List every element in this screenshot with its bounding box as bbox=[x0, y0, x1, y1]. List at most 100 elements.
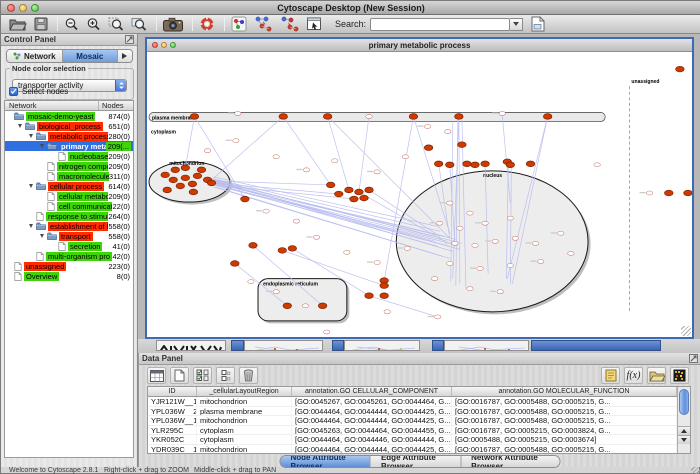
network-frame-title-bar[interactable]: primary metabolic process bbox=[147, 39, 692, 52]
tab-node-attribute-browser[interactable]: Node Attribute Browser bbox=[281, 456, 371, 467]
region-label-nucleus[interactable]: nucleus bbox=[483, 173, 502, 179]
network-node[interactable] bbox=[477, 267, 483, 271]
network-node-selected[interactable] bbox=[463, 161, 471, 167]
network-node[interactable] bbox=[507, 216, 513, 220]
tree-item-cellular-process[interactable]: cellular process614(0) bbox=[5, 181, 133, 191]
tree-item-unassigned[interactable]: unassigned223(0) bbox=[5, 261, 133, 271]
tree-item-nitrogen-compo[interactable]: nitrogen compo209(0) bbox=[5, 161, 133, 171]
network-node[interactable] bbox=[512, 236, 518, 240]
network-edge[interactable] bbox=[283, 116, 330, 184]
help-lifesaver-icon[interactable] bbox=[199, 16, 215, 33]
search-input[interactable] bbox=[370, 18, 510, 31]
tree-item-metabolic-process[interactable]: metabolic process280(0) bbox=[5, 131, 133, 141]
network-node-selected[interactable] bbox=[360, 195, 368, 201]
network-node[interactable] bbox=[507, 263, 513, 267]
notes-icon[interactable] bbox=[601, 367, 620, 384]
network-node[interactable] bbox=[374, 170, 380, 174]
network-node[interactable] bbox=[204, 149, 210, 153]
network-node-selected[interactable] bbox=[288, 246, 296, 252]
table-scrollbar[interactable] bbox=[677, 387, 690, 453]
minimized-window-titlebar[interactable] bbox=[531, 340, 661, 351]
network-node-selected[interactable] bbox=[676, 66, 684, 72]
attribute-matrix-icon[interactable] bbox=[670, 367, 689, 384]
tab-network-attribute-browser[interactable]: Network Attribute Browser bbox=[461, 456, 559, 467]
select-nodes-checkbox[interactable] bbox=[9, 87, 18, 96]
network-node[interactable] bbox=[273, 155, 279, 159]
scrollbar-thumb[interactable] bbox=[679, 389, 689, 415]
window-resize-grip[interactable] bbox=[691, 467, 700, 474]
network-node[interactable] bbox=[313, 235, 319, 239]
column-header[interactable]: annotation.GO CELLULAR_COMPONENT bbox=[292, 387, 452, 396]
minimized-window-titlebar[interactable] bbox=[432, 340, 444, 351]
network-node[interactable] bbox=[646, 191, 652, 195]
network-node[interactable] bbox=[235, 111, 241, 115]
network-node-selected[interactable] bbox=[471, 162, 479, 168]
tree-item-establishment-of-lo[interactable]: establishment of lo558(0) bbox=[5, 221, 133, 231]
network-node-selected[interactable] bbox=[455, 114, 463, 120]
tree-column-network[interactable]: Network bbox=[5, 101, 99, 110]
network-node-selected[interactable] bbox=[380, 293, 388, 299]
network-node-selected[interactable] bbox=[171, 167, 179, 173]
minimized-network-window[interactable] bbox=[344, 340, 420, 351]
minimized-window-titlebar[interactable] bbox=[332, 340, 344, 351]
tree-column-nodes[interactable]: Nodes bbox=[99, 101, 133, 110]
network-node[interactable] bbox=[492, 239, 498, 243]
network-node[interactable] bbox=[537, 259, 543, 263]
network-node[interactable] bbox=[302, 304, 308, 308]
network-node-selected[interactable] bbox=[176, 183, 184, 189]
select-attributes-icon[interactable] bbox=[193, 367, 212, 384]
create-network-from-selection-icon[interactable] bbox=[254, 16, 273, 33]
tree-item-biological-process[interactable]: biological_process651(0) bbox=[5, 121, 133, 131]
network-node-selected[interactable] bbox=[458, 142, 466, 148]
network-node[interactable] bbox=[248, 280, 254, 284]
search-config-icon[interactable] bbox=[531, 16, 545, 33]
minimized-network-window[interactable] bbox=[444, 340, 529, 351]
tree-item-primary-metabo[interactable]: primary metabo209(... bbox=[5, 141, 133, 151]
region-label-unassigned[interactable]: unassigned bbox=[631, 79, 659, 85]
float-panel-icon[interactable] bbox=[125, 35, 134, 44]
table-row[interactable]: YDR039C__1mitochondrion[GO:0044464, GO:0… bbox=[148, 445, 677, 453]
network-node[interactable] bbox=[273, 290, 279, 294]
float-panel-icon[interactable] bbox=[689, 354, 698, 363]
open-icon[interactable] bbox=[9, 16, 27, 33]
tree-item-secretion[interactable]: secretion41(0) bbox=[5, 241, 133, 251]
tree-item-transport[interactable]: transport558(0) bbox=[5, 231, 133, 241]
attribute-table-icon[interactable] bbox=[147, 367, 166, 384]
network-node-selected[interactable] bbox=[231, 261, 239, 267]
network-node[interactable] bbox=[233, 139, 239, 143]
network-node-selected[interactable] bbox=[193, 173, 201, 179]
network-edge[interactable] bbox=[328, 116, 450, 238]
network-node[interactable] bbox=[447, 261, 453, 265]
network-node[interactable] bbox=[482, 221, 488, 225]
tree-expand-arrow-icon[interactable] bbox=[29, 181, 36, 191]
network-node[interactable] bbox=[568, 251, 574, 255]
tree-expand-arrow-icon[interactable] bbox=[29, 131, 36, 141]
network-node-selected[interactable] bbox=[249, 243, 257, 249]
network-edge[interactable] bbox=[212, 116, 284, 179]
network-node[interactable] bbox=[323, 330, 329, 334]
tree-expand-arrow-icon[interactable] bbox=[40, 231, 47, 241]
network-node[interactable] bbox=[457, 226, 463, 230]
network-node-selected[interactable] bbox=[169, 177, 177, 183]
network-node-selected[interactable] bbox=[188, 181, 196, 187]
network-node[interactable] bbox=[558, 231, 564, 235]
table-row[interactable]: YLR295Ccytoplasm[GO:0045263, GO:0044464,… bbox=[148, 426, 677, 436]
vizmapper-icon[interactable] bbox=[231, 16, 247, 33]
function-builder-icon[interactable]: f(x) bbox=[624, 367, 643, 384]
network-node-selected[interactable] bbox=[434, 161, 442, 167]
network-edge[interactable] bbox=[369, 296, 438, 317]
network-node[interactable] bbox=[434, 315, 440, 319]
network-node-selected[interactable] bbox=[350, 196, 358, 202]
minimized-network-window[interactable] bbox=[156, 340, 226, 351]
network-node[interactable] bbox=[447, 201, 453, 205]
network-node[interactable] bbox=[431, 277, 437, 281]
tab-network[interactable]: Network bbox=[7, 50, 63, 62]
network-node-selected[interactable] bbox=[684, 190, 692, 196]
network-node-selected[interactable] bbox=[323, 114, 331, 120]
import-attributes-icon[interactable] bbox=[647, 367, 666, 384]
attribute-table-grid[interactable]: ID_cellularLayoutRegionannotation.GO CEL… bbox=[148, 387, 677, 453]
network-node-selected[interactable] bbox=[424, 145, 432, 151]
network-node[interactable] bbox=[293, 219, 299, 223]
zoom-out-icon[interactable] bbox=[64, 16, 79, 33]
tree-item-cellular-metabo[interactable]: cellular metabo209(0) bbox=[5, 191, 133, 201]
